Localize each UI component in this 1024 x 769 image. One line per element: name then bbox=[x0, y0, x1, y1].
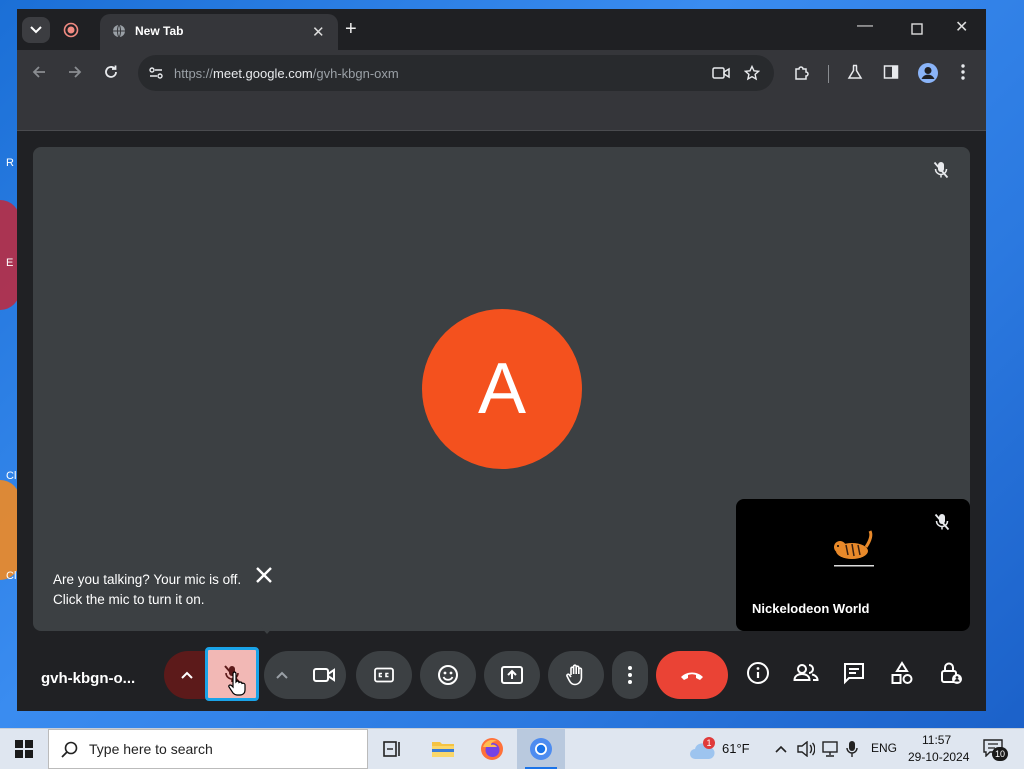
url-text: https://meet.google.com/gvh-kbgn-oxm bbox=[174, 66, 399, 81]
new-tab-button[interactable]: + bbox=[345, 19, 357, 39]
minimize-button[interactable]: — bbox=[857, 17, 873, 35]
desktop-icon-label[interactable]: R bbox=[6, 157, 14, 169]
labs-flask-icon[interactable] bbox=[847, 64, 863, 80]
emoji-icon bbox=[438, 665, 458, 685]
firefox-icon[interactable] bbox=[480, 737, 504, 761]
chevron-up-icon[interactable] bbox=[775, 745, 787, 753]
people-icon[interactable] bbox=[793, 661, 819, 685]
weather-temperature[interactable]: 61°F bbox=[722, 741, 750, 756]
bookmark-star-icon[interactable] bbox=[744, 65, 760, 81]
meeting-code[interactable]: gvh-kbgn-o... bbox=[41, 670, 135, 687]
hang-up-icon bbox=[681, 672, 703, 680]
more-options-button[interactable] bbox=[612, 651, 648, 699]
participant-avatar: A bbox=[422, 309, 582, 469]
chevron-up-icon[interactable] bbox=[181, 671, 193, 679]
cursor-hand-icon bbox=[228, 671, 246, 696]
globe-icon bbox=[113, 24, 125, 38]
more-vert-icon bbox=[628, 666, 632, 684]
tiger-logo-image bbox=[834, 530, 874, 567]
tab-new-tab[interactable]: New Tab ✕ bbox=[100, 14, 338, 50]
windows-taskbar: Type here to search 1 61°F ENG 11:57 29-… bbox=[0, 728, 1024, 769]
search-placeholder: Type here to search bbox=[89, 741, 213, 757]
hand-icon bbox=[566, 664, 583, 686]
host-controls-lock-icon[interactable] bbox=[939, 661, 963, 685]
site-settings-icon[interactable] bbox=[148, 65, 164, 81]
mic-off-tooltip: Are you talking? Your mic is off. Click … bbox=[38, 555, 278, 625]
chrome-taskbar-button[interactable] bbox=[517, 729, 565, 769]
microphone-icon[interactable] bbox=[846, 740, 858, 758]
meeting-info-icon[interactable] bbox=[746, 661, 770, 685]
tab-strip: New Tab ✕ + — ✕ bbox=[17, 9, 986, 50]
chevron-up-icon[interactable] bbox=[276, 671, 288, 679]
activities-icon[interactable] bbox=[890, 661, 914, 685]
side-panel-icon[interactable] bbox=[883, 64, 899, 80]
raise-hand-button[interactable] bbox=[548, 651, 604, 699]
chevron-down-icon bbox=[30, 26, 42, 34]
address-bar[interactable]: https://meet.google.com/gvh-kbgn-oxm bbox=[138, 55, 774, 91]
toolbar-divider bbox=[828, 65, 829, 83]
desktop-icon-label[interactable]: E bbox=[6, 257, 13, 269]
present-screen-button[interactable] bbox=[484, 651, 540, 699]
file-explorer-icon[interactable] bbox=[431, 739, 455, 759]
task-view-icon[interactable] bbox=[382, 739, 402, 759]
recording-indicator[interactable] bbox=[59, 18, 83, 42]
notification-count: 10 bbox=[992, 747, 1008, 761]
camera-icon[interactable] bbox=[313, 667, 335, 683]
forward-icon[interactable] bbox=[67, 64, 83, 80]
reload-icon[interactable] bbox=[103, 64, 119, 80]
chat-icon[interactable] bbox=[842, 661, 866, 685]
close-icon[interactable] bbox=[254, 565, 274, 585]
captions-button[interactable] bbox=[356, 651, 412, 699]
close-window-button[interactable]: ✕ bbox=[955, 17, 968, 37]
clock-time[interactable]: 11:57 bbox=[922, 733, 951, 747]
mic-muted-icon bbox=[934, 513, 950, 531]
tab-title: New Tab bbox=[135, 24, 184, 38]
profile-avatar-icon[interactable] bbox=[917, 62, 939, 84]
close-tab-icon[interactable]: ✕ bbox=[312, 23, 325, 41]
leave-call-button[interactable] bbox=[656, 651, 728, 699]
network-icon[interactable] bbox=[821, 741, 839, 757]
tooltip-message: Are you talking? Your mic is off. Click … bbox=[53, 572, 242, 607]
weather-badge: 1 bbox=[703, 737, 715, 749]
chrome-icon bbox=[530, 738, 552, 760]
camera-in-use-icon[interactable] bbox=[712, 66, 730, 80]
video-options-group bbox=[264, 651, 346, 699]
meet-call-area: A Nickelodeon World Are you talking? You… bbox=[17, 131, 986, 711]
present-icon bbox=[501, 666, 523, 684]
input-language[interactable]: ENG bbox=[871, 741, 897, 755]
chrome-menu-icon[interactable] bbox=[961, 64, 965, 80]
windows-start-icon[interactable] bbox=[15, 740, 33, 758]
desktop-icon-label[interactable]: Cl bbox=[6, 570, 16, 582]
back-icon[interactable] bbox=[31, 64, 47, 80]
taskbar-search-box[interactable]: Type here to search bbox=[48, 729, 368, 769]
search-icon bbox=[61, 741, 78, 758]
participant-name: Nickelodeon World bbox=[752, 601, 870, 616]
volume-icon[interactable] bbox=[797, 741, 815, 757]
browser-window: New Tab ✕ + — ✕ https://meet.google.com/… bbox=[17, 9, 986, 711]
clock-date[interactable]: 29-10-2024 bbox=[908, 750, 969, 764]
mic-toggle-button[interactable] bbox=[205, 647, 259, 701]
desktop-icon-label[interactable]: Cl bbox=[6, 470, 16, 482]
bookmarks-bar bbox=[17, 98, 986, 131]
reactions-button[interactable] bbox=[420, 651, 476, 699]
browser-toolbar: https://meet.google.com/gvh-kbgn-oxm bbox=[17, 50, 986, 98]
tab-search-button[interactable] bbox=[22, 17, 50, 43]
mic-muted-icon bbox=[933, 161, 949, 179]
tooltip-pointer bbox=[259, 625, 275, 634]
self-view-tile[interactable]: Nickelodeon World bbox=[736, 499, 970, 631]
captions-icon bbox=[374, 667, 394, 683]
extensions-icon[interactable] bbox=[794, 64, 810, 80]
maximize-button[interactable] bbox=[911, 23, 923, 35]
record-icon bbox=[63, 22, 79, 38]
